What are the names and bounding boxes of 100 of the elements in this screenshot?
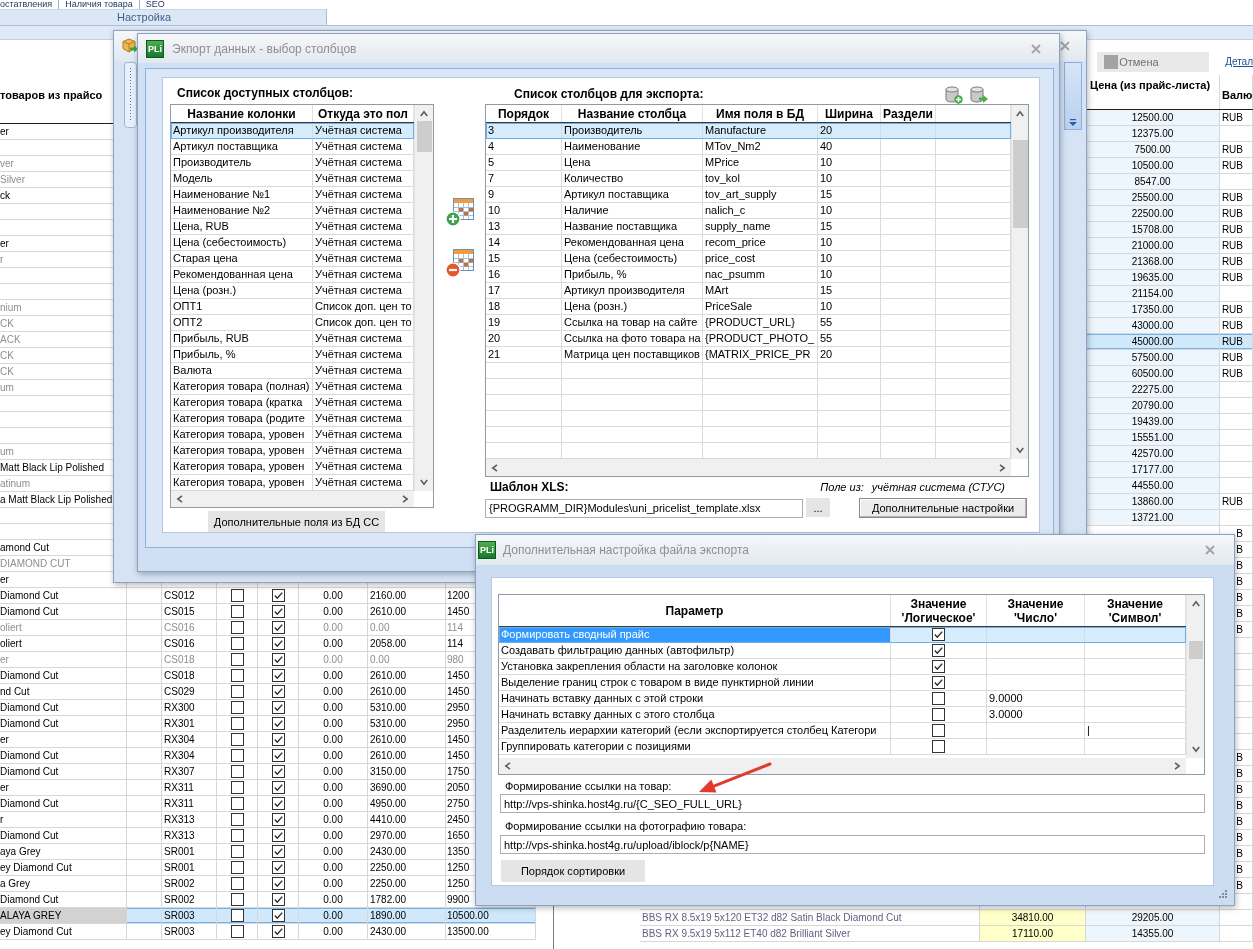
chevron-left-icon[interactable] (504, 762, 512, 770)
table-row[interactable]: Начинать вставку данных с этой строки 9.0000 (499, 691, 1186, 707)
checkbox[interactable] (271, 653, 285, 666)
table-row[interactable]: Начинать вставку данных с этого столбца 3.0000 (499, 707, 1186, 723)
checkbox[interactable] (230, 701, 244, 714)
chevron-left-icon[interactable] (176, 495, 184, 503)
checkbox[interactable] (271, 701, 285, 714)
table-row[interactable]: Категория товара (кратка Учётная система (171, 395, 414, 411)
checkbox[interactable] (230, 845, 244, 858)
checkbox[interactable] (230, 877, 244, 890)
table-row[interactable]: Цена, RUB Учётная система (171, 219, 414, 235)
table-minus-icon[interactable] (445, 248, 475, 278)
chevron-down-icon[interactable] (420, 478, 428, 486)
checkbox[interactable] (271, 845, 285, 858)
checkbox[interactable] (271, 749, 285, 762)
ribbon-tab[interactable]: остатвления (0, 0, 59, 9)
table-row[interactable]: Старая цена Учётная система (171, 251, 414, 267)
table-row[interactable]: Прибыль, % Учётная система (171, 347, 414, 363)
checkbox[interactable] (932, 660, 945, 673)
table-row[interactable]: ALAYA GREY SR003 0.00 1890.00 10500.00 (0, 908, 536, 924)
browse-button[interactable]: ... (806, 498, 830, 517)
close-icon[interactable] (1060, 41, 1070, 51)
scrollbar-thumb[interactable] (1188, 641, 1203, 659)
chevron-down-icon[interactable] (1016, 446, 1024, 454)
checkbox[interactable] (271, 829, 285, 842)
table-row[interactable]: 21 Матрица цен поставщиков {MATRIX_PRICE_PR 20 (486, 347, 1011, 363)
checkbox[interactable] (271, 685, 285, 698)
column-header[interactable]: Валю (1222, 89, 1253, 102)
table-row[interactable]: 3 Производитель Manufacture 20 (486, 123, 1011, 139)
sort-order-button[interactable]: Порядок сортировки (501, 860, 645, 882)
database-plus-icon[interactable] (945, 85, 963, 104)
column-header[interactable]: Ширина (818, 105, 881, 122)
chevron-left-icon[interactable] (491, 463, 499, 472)
checkbox[interactable] (271, 781, 285, 794)
table-row[interactable]: Категория товара (полная) Учётная система (171, 379, 414, 395)
column-header[interactable]: Цена (из прайс-листа) (1090, 79, 1211, 92)
table-row[interactable]: 16 Прибыль, % nac_psumm 10 (486, 267, 1011, 283)
column-header[interactable]: Название столбца (562, 105, 703, 122)
table-row[interactable]: 19 Ссылка на товар на сайте {PRODUCT_URL} 55 (486, 315, 1011, 331)
database-arrow-icon[interactable] (970, 85, 988, 104)
settings-button[interactable]: Дополнительные настройки (859, 498, 1027, 518)
checkbox[interactable] (271, 925, 285, 938)
chevron-right-icon[interactable] (1173, 762, 1181, 770)
table-row[interactable]: 20 Ссылка на фото товара на {PRODUCT_PHOTO_ 55 (486, 331, 1011, 347)
checkbox[interactable] (230, 637, 244, 650)
checkbox[interactable] (230, 797, 244, 810)
vertical-scrollbar[interactable] (1011, 105, 1028, 459)
photo-link-field[interactable]: http://vps-shinka.host4g.ru/upload/iblock/p{NAME} (500, 835, 1205, 854)
checkbox[interactable] (271, 877, 285, 890)
checkbox[interactable] (230, 653, 244, 666)
checkbox[interactable] (230, 749, 244, 762)
table-row[interactable]: 9 Артикул поставщика tov_art_supply 15 (486, 187, 1011, 203)
scrollbar-thumb[interactable] (1012, 140, 1028, 228)
table-row[interactable]: 5 Цена MPrice 10 (486, 155, 1011, 171)
checkbox[interactable] (271, 621, 285, 634)
checkbox[interactable] (932, 724, 945, 737)
resize-grip-icon[interactable] (1219, 890, 1227, 898)
table-row[interactable]: Разделитель иерархии категорий (если экспортируется столбец Категори | (499, 723, 1186, 739)
table-row[interactable]: Категория товара (родите Учётная система (171, 411, 414, 427)
chevron-up-icon[interactable] (1191, 600, 1200, 608)
table-row[interactable]: Производитель Учётная система (171, 155, 414, 171)
details-link[interactable]: Детал (1225, 52, 1253, 72)
table-row[interactable]: Категория товара, уровен Учётная система (171, 475, 414, 491)
chevron-right-icon[interactable] (401, 495, 409, 503)
table-row[interactable]: Артикул поставщика Учётная система (171, 139, 414, 155)
checkbox[interactable] (932, 692, 945, 705)
checkbox[interactable] (230, 685, 244, 698)
checkbox[interactable] (271, 669, 285, 682)
checkbox[interactable] (230, 909, 244, 922)
chevron-up-icon[interactable] (420, 110, 428, 118)
checkbox[interactable] (230, 733, 244, 746)
table-row[interactable]: Создавать фильтрацию данных (автофильтр) (499, 643, 1186, 659)
column-header[interactable]: Значение 'Число' (987, 595, 1085, 626)
vertical-scrollbar[interactable] (414, 105, 433, 491)
checkbox[interactable] (230, 861, 244, 874)
dropdown-arrow-icon[interactable] (1069, 119, 1077, 126)
table-row[interactable]: 4 Наименование MTov_Nm2 40 (486, 139, 1011, 155)
checkbox[interactable] (271, 733, 285, 746)
checkbox[interactable] (271, 589, 285, 602)
table-row[interactable]: Прибыль, RUB Учётная система (171, 331, 414, 347)
checkbox[interactable] (271, 765, 285, 778)
table-plus-icon[interactable] (445, 197, 475, 227)
table-row[interactable]: Модель Учётная система (171, 171, 414, 187)
checkbox[interactable] (932, 628, 945, 641)
table-row[interactable]: Группировать категории с позициями (499, 739, 1186, 755)
column-header[interactable]: товаров из прайсо (0, 89, 103, 102)
table-row[interactable]: Артикул производителя Учётная система (171, 123, 414, 139)
product-link-field[interactable]: http://vps-shinka.host4g.ru/{C_SEO_FULL_URL} (500, 794, 1205, 813)
checkbox[interactable] (932, 708, 945, 721)
table-row[interactable]: 17 Артикул производителя MArt 15 (486, 283, 1011, 299)
table-row[interactable]: Установка закрепления области на заголовке колонок (499, 659, 1186, 675)
checkbox[interactable] (932, 644, 945, 657)
checkbox[interactable] (230, 781, 244, 794)
table-row[interactable]: 7 Количество tov_kol 10 (486, 171, 1011, 187)
table-row[interactable]: 13 Название поставщика supply_name 15 (486, 219, 1011, 235)
horizontal-scrollbar[interactable] (499, 758, 1186, 774)
column-header[interactable]: Раздели (881, 105, 936, 122)
column-header[interactable]: Порядок (486, 105, 562, 122)
checkbox[interactable] (230, 925, 244, 938)
horizontal-scrollbar[interactable] (486, 459, 1011, 476)
